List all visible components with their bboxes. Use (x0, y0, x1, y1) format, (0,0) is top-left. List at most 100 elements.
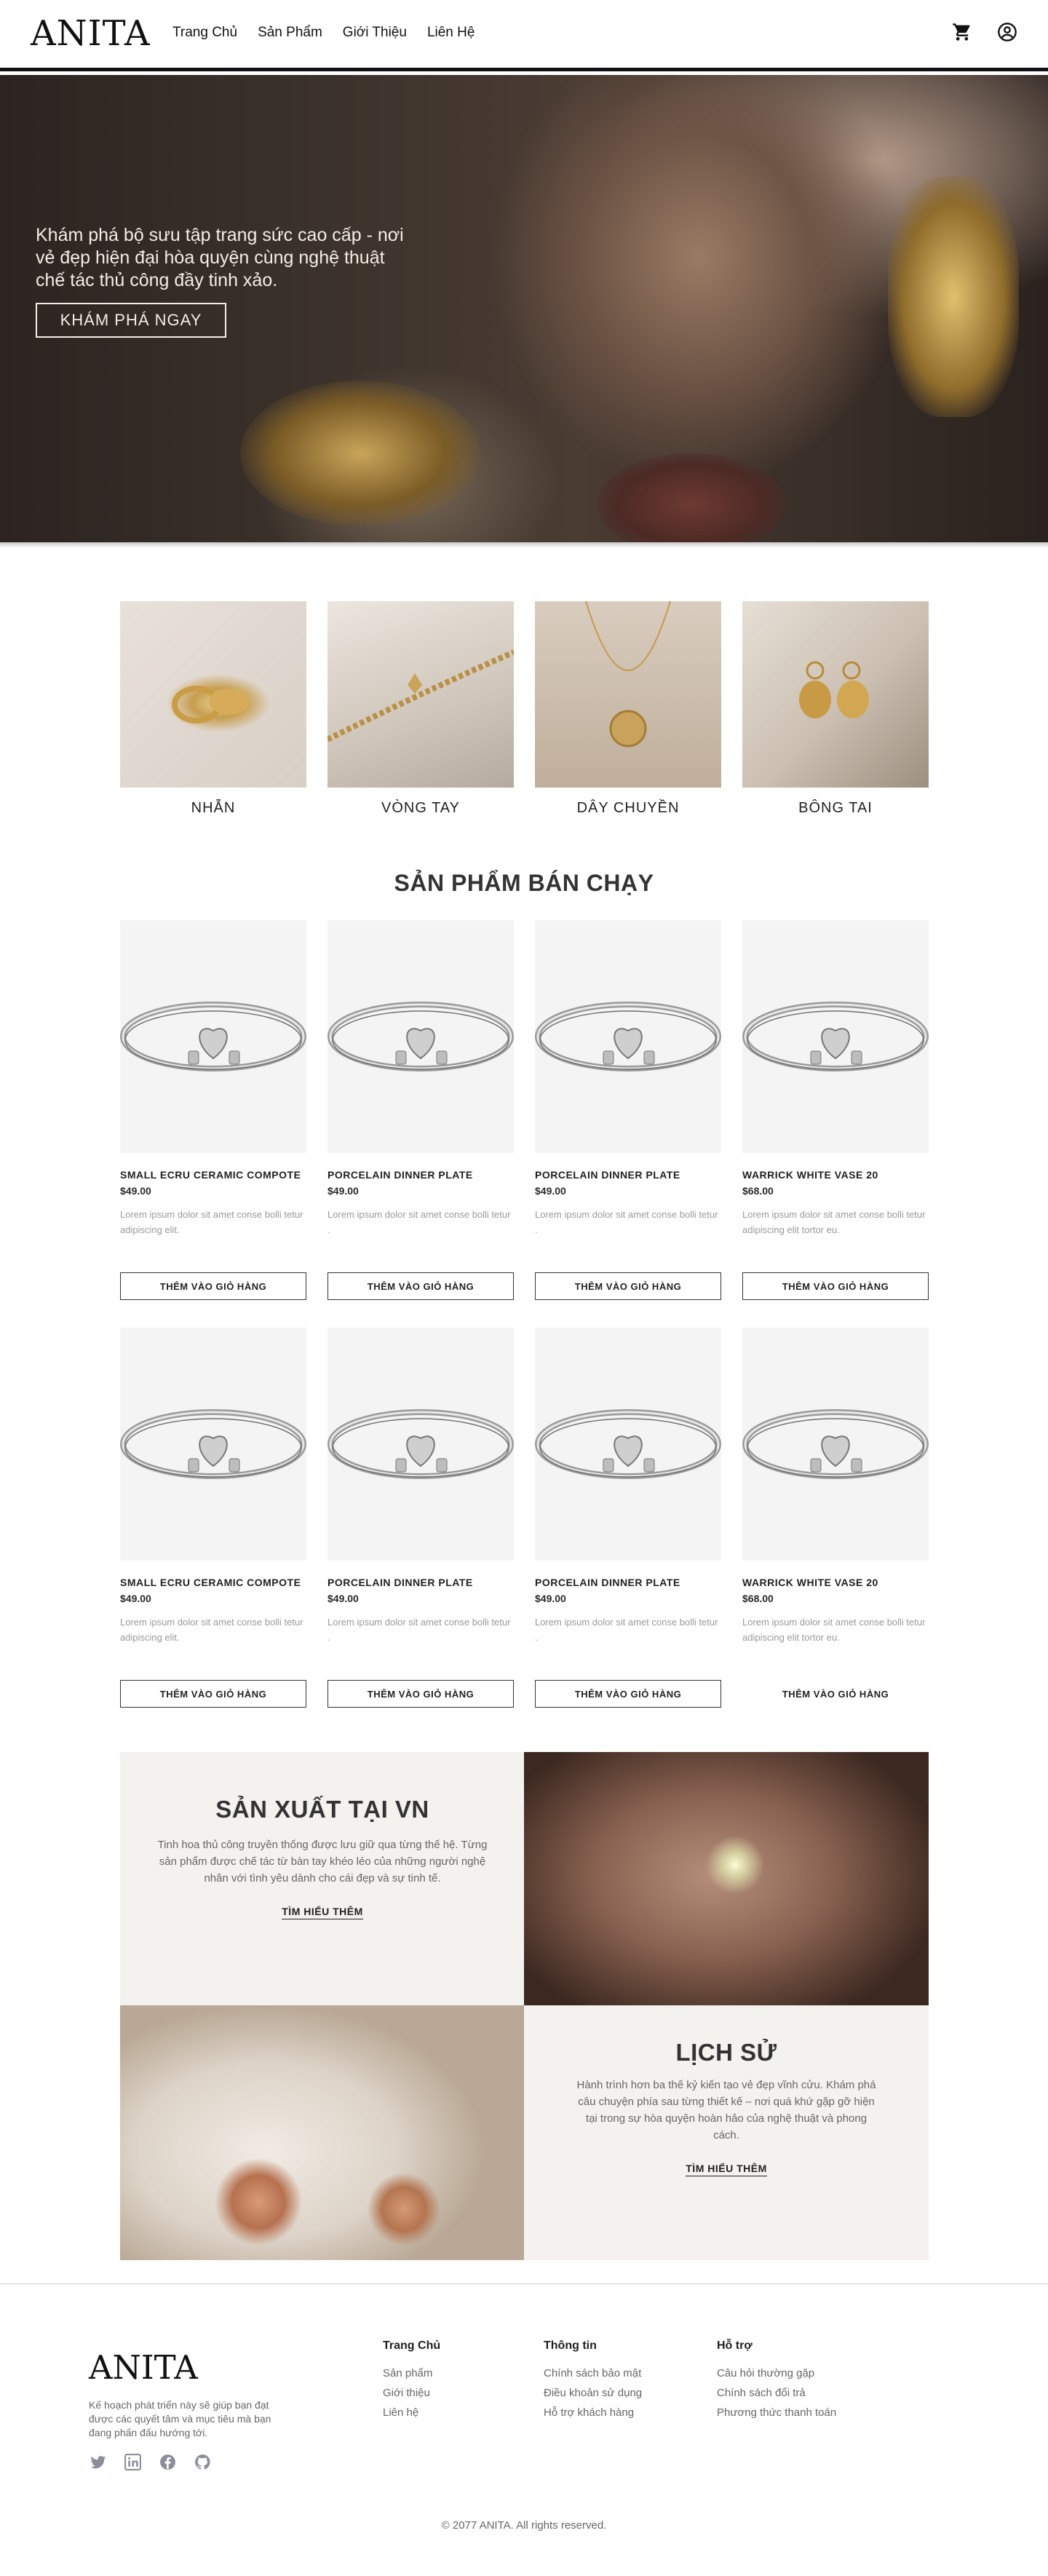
product-price: $49.00 (120, 1185, 151, 1197)
cart-icon[interactable] (952, 22, 972, 42)
necklaces-image (535, 601, 721, 788)
product-card[interactable]: SMALL ECRU CERAMIC COMPOTE $49.00 Lorem ip… (120, 920, 306, 1300)
hero-divider (0, 542, 1048, 548)
history-panel: LỊCH SỬ Hành trình hơn ba thế kỷ kiến tạ… (524, 2005, 929, 2260)
product-price: $68.00 (742, 1185, 774, 1197)
hero-text: Khám phá bộ sưu tập trang sức cao cấp - … (36, 225, 404, 290)
footer-link[interactable]: Chính sách bảo mật (544, 2367, 642, 2379)
hero-banner: Khám phá bộ sưu tập trang sức cao cấp - … (0, 75, 1048, 542)
facebook-icon[interactable] (159, 2453, 177, 2471)
add-to-cart-button[interactable]: THÊM VÀO GIỎ HÀNG (742, 1680, 929, 1708)
footer-column-home: Trang Chủ Sản phẩm Giới thiệu Liên hệ (383, 2339, 440, 2426)
user-icon[interactable] (997, 22, 1017, 42)
header-actions (952, 22, 1017, 42)
footer-link[interactable]: Câu hỏi thường gặp (717, 2367, 836, 2379)
product-name[interactable]: SMALL ECRU CERAMIC COMPOTE (120, 1169, 306, 1181)
nav-products[interactable]: Sản Phẩm (258, 25, 322, 41)
footer-link[interactable]: Giới thiệu (383, 2387, 440, 2399)
product-name[interactable]: PORCELAIN DINNER PLATE (535, 1577, 721, 1588)
product-name[interactable]: PORCELAIN DINNER PLATE (328, 1577, 514, 1588)
hero-model-image (597, 453, 786, 542)
learn-more-link[interactable]: TÌM HIỂU THÊM (282, 1906, 363, 1919)
product-card[interactable]: PORCELAIN DINNER PLATE $49.00 Lorem ipsum … (535, 1328, 721, 1708)
add-to-cart-button[interactable]: THÊM VÀO GIỎ HÀNG (328, 1680, 514, 1708)
product-description: Lorem ipsum dolor sit amet conse bolli t… (120, 1617, 303, 1643)
learn-more-link[interactable]: TÌM HIỂU THÊM (686, 2163, 767, 2176)
product-name[interactable]: PORCELAIN DINNER PLATE (535, 1169, 721, 1181)
social-links (89, 2453, 212, 2471)
product-description: Lorem ipsum dolor sit amet conse bolli t… (120, 1209, 303, 1235)
hero-earring-image (888, 177, 1019, 417)
product-name[interactable]: SMALL ECRU CERAMIC COMPOTE (120, 1577, 306, 1588)
add-to-cart-button[interactable]: THÊM VÀO GIỎ HÀNG (120, 1680, 306, 1708)
product-description: Lorem ipsum dolor sit amet conse bolli t… (535, 1209, 718, 1235)
product-image[interactable] (535, 1328, 721, 1561)
category-label: VÒNG TAY (381, 800, 461, 816)
footer-column-heading: Thông tin (544, 2339, 597, 2352)
product-name[interactable]: WARRICK WHITE VASE 20 (742, 1169, 929, 1181)
site-header: ANITA Trang Chủ Sản Phẩm Giới Thiệu Liên… (0, 0, 1048, 71)
category-label: NHẪN (191, 800, 236, 816)
hero-bracelet-image (240, 381, 480, 526)
linkedin-icon[interactable] (124, 2453, 142, 2471)
product-image[interactable] (328, 920, 514, 1153)
product-card[interactable]: WARRICK WHITE VASE 20 $68.00 Lorem ipsum d… (742, 920, 929, 1300)
product-card[interactable]: PORCELAIN DINNER PLATE $49.00 Lorem ipsum … (328, 1328, 514, 1708)
category-necklaces[interactable]: DÂY CHUYỀN (535, 601, 721, 817)
product-price: $49.00 (328, 1185, 359, 1197)
category-bracelets[interactable]: VÒNG TAY (328, 601, 514, 817)
add-to-cart-button[interactable]: THÊM VÀO GIỎ HÀNG (535, 1272, 721, 1300)
main-nav: Trang Chủ Sản Phẩm Giới Thiệu Liên Hệ (172, 25, 495, 41)
nav-home[interactable]: Trang Chủ (172, 25, 237, 41)
product-card[interactable]: WARRICK WHITE VASE 20 $68.00 Lorem ipsum d… (742, 1328, 929, 1708)
product-card[interactable]: PORCELAIN DINNER PLATE $49.00 Lorem ipsum … (535, 920, 721, 1300)
nav-contact[interactable]: Liên Hệ (427, 25, 475, 41)
add-to-cart-button[interactable]: THÊM VÀO GIỎ HÀNG (742, 1272, 929, 1300)
product-price: $49.00 (535, 1185, 566, 1197)
product-image[interactable] (535, 920, 721, 1153)
footer-column-support: Hỗ trợ Câu hỏi thường gặp Chính sách đổi… (717, 2339, 836, 2426)
footer-link[interactable]: Phương thức thanh toán (717, 2406, 836, 2419)
history-title: LỊCH SỬ (675, 2039, 777, 2066)
product-card[interactable]: SMALL ECRU CERAMIC COMPOTE $49.00 Lorem ip… (120, 1328, 306, 1708)
footer-link[interactable]: Liên hệ (383, 2406, 440, 2419)
footer-column-info: Thông tin Chính sách bảo mật Điều khoản … (544, 2339, 642, 2426)
explore-button[interactable]: KHÁM PHÁ NGAY (36, 303, 226, 338)
made-in-vn-text: Tinh hoa thủ công truyền thống được lưu … (157, 1839, 488, 1885)
product-price: $49.00 (535, 1593, 566, 1604)
necklace-coins-image (120, 2005, 525, 2260)
product-name[interactable]: PORCELAIN DINNER PLATE (328, 1169, 514, 1181)
product-image[interactable] (328, 1328, 514, 1561)
category-rings[interactable]: NHẪN (120, 601, 306, 817)
twitter-icon[interactable] (89, 2453, 107, 2471)
github-icon[interactable] (194, 2453, 212, 2471)
copyright: © 2077 ANITA. All rights reserved. (441, 2519, 607, 2532)
product-description: Lorem ipsum dolor sit amet conse bolli t… (742, 1209, 926, 1235)
product-name[interactable]: WARRICK WHITE VASE 20 (742, 1577, 929, 1588)
footer-link[interactable]: Hỗ trợ khách hàng (544, 2406, 642, 2419)
footer-description: Kế hoạch phát triển này sẽ giúp bạn đạt … (89, 2399, 271, 2438)
footer-logo[interactable]: ANITA (89, 2348, 198, 2387)
add-to-cart-button[interactable]: THÊM VÀO GIỎ HÀNG (535, 1680, 721, 1708)
footer-link[interactable]: Điều khoản sử dụng (544, 2387, 642, 2399)
product-image[interactable] (742, 920, 929, 1153)
footer-column-heading[interactable]: Trang Chủ (383, 2339, 440, 2353)
earrings-image (742, 601, 929, 788)
category-label: BÔNG TAI (798, 800, 873, 816)
logo[interactable]: ANITA (31, 13, 151, 54)
product-image[interactable] (120, 1328, 306, 1561)
product-description: Lorem ipsum dolor sit amet conse bolli t… (535, 1617, 718, 1643)
product-image[interactable] (742, 1328, 929, 1561)
made-in-vn-title: SẢN XUẤT TẠI VN (215, 1796, 429, 1823)
product-image[interactable] (120, 920, 306, 1153)
bestsellers-title: SẢN PHẨM BÁN CHẠY (394, 870, 654, 896)
category-earrings[interactable]: BÔNG TAI (742, 601, 929, 817)
nav-about[interactable]: Giới Thiệu (343, 25, 407, 41)
footer-link[interactable]: Chính sách đổi trả (717, 2387, 836, 2399)
product-description: Lorem ipsum dolor sit amet conse bolli t… (742, 1617, 926, 1643)
add-to-cart-button[interactable]: THÊM VÀO GIỎ HÀNG (328, 1272, 514, 1300)
footer-link[interactable]: Sản phẩm (383, 2367, 440, 2379)
product-card[interactable]: PORCELAIN DINNER PLATE $49.00 Lorem ipsum … (328, 920, 514, 1300)
add-to-cart-button[interactable]: THÊM VÀO GIỎ HÀNG (120, 1272, 306, 1300)
rings-image (120, 601, 306, 788)
